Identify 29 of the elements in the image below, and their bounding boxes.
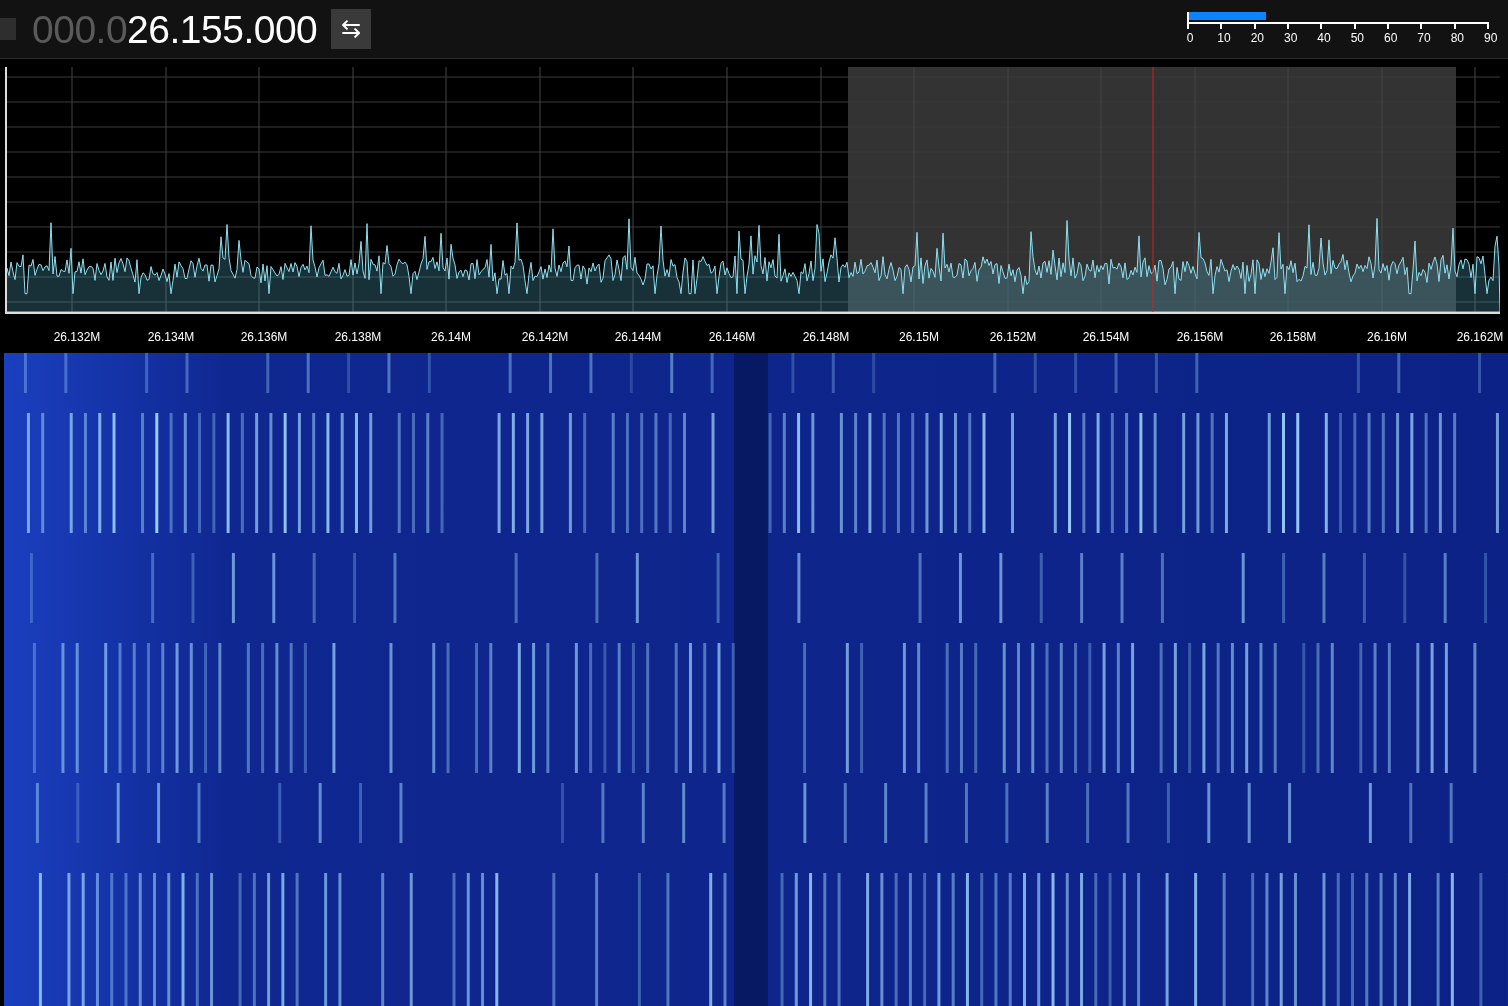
meter-scale-label: 10 <box>1217 29 1230 47</box>
frequency-axis-label: 26.148M <box>802 329 850 346</box>
meter-scale-label: 90 <box>1483 29 1496 47</box>
swap-button[interactable]: ⇆ <box>331 9 372 49</box>
meter-scale-label: 70 <box>1417 29 1430 47</box>
meter-scale-label: 40 <box>1317 29 1330 47</box>
meter-scale-label: 0 <box>1185 29 1195 47</box>
frequency-axis-label: 26.136M <box>240 329 288 346</box>
frequency-display: 26.155.000 <box>127 9 318 49</box>
frequency-axis-label: 26.132M <box>53 329 101 346</box>
frequency-axis-label: 26.134M <box>147 329 195 346</box>
meter-scale-label: 60 <box>1383 29 1396 47</box>
meter-scale-label: 20 <box>1250 29 1263 47</box>
frequency-axis-label: 26.162M <box>1456 329 1504 346</box>
frequency-axis-label: 26.152M <box>989 329 1037 346</box>
frequency-axis-label: 26.142M <box>521 329 569 346</box>
meter-scale-label: 80 <box>1450 29 1463 47</box>
frequency-axis-label: 26.156M <box>1176 329 1224 346</box>
frequency-axis-label: 26.146M <box>708 329 756 346</box>
frequency-axis-label: 26.15M <box>899 329 939 346</box>
frequency-axis-label: 26.14M <box>431 329 471 346</box>
frequency-leading-digits: 000.0 <box>32 9 128 49</box>
meter-scale-label: 50 <box>1350 29 1363 47</box>
meter-scale-label: 30 <box>1284 29 1296 47</box>
frequency-axis-label: 26.16M <box>1367 329 1407 346</box>
frequency-axis-label: 26.138M <box>334 329 382 346</box>
frequency-axis-label: 26.144M <box>614 329 662 346</box>
frequency-axis-label: 26.158M <box>1269 329 1317 346</box>
frequency-axis-label: 26.154M <box>1082 329 1130 346</box>
